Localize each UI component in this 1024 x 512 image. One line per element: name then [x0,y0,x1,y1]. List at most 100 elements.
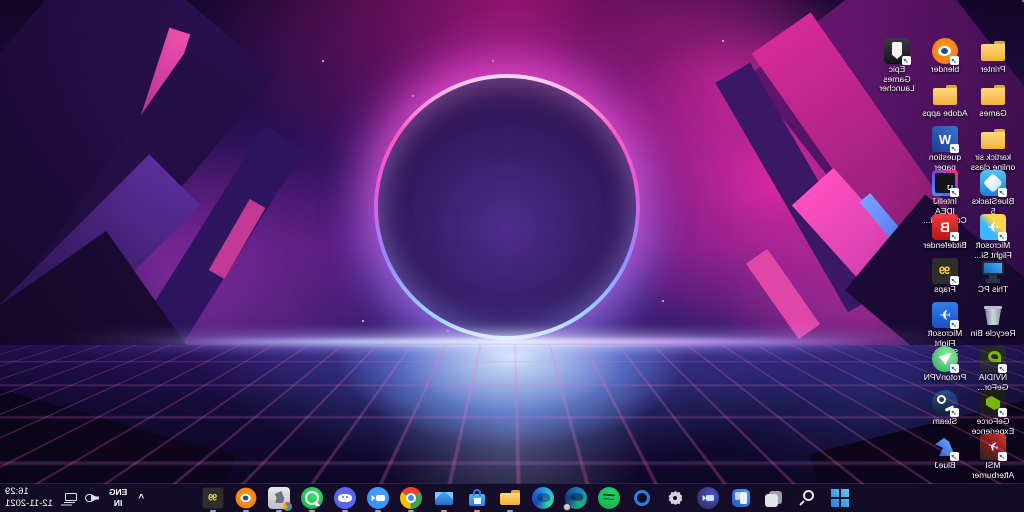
desktop-icon-bitdefender[interactable]: Bitdefender [922,214,968,257]
task-view-icon [764,487,786,509]
folder-icon [932,82,958,108]
desktop-icon-steam[interactable]: Steam [922,390,968,433]
language-line1: ENG [109,487,127,498]
spotify-icon [599,487,621,509]
recycle-bin-icon [980,302,1006,328]
blender-button[interactable] [235,486,259,510]
shortcut-arrow-icon [998,452,1007,461]
desktop-icon-label: ProtonVPN [924,373,967,383]
desktop-icon-nvidia[interactable]: NVIDIA GeFor... [970,346,1016,389]
desktop-icon-adobe-apps[interactable]: Adobe apps [922,82,968,125]
desktop-icon-kartick-sir-online-class[interactable]: kartick sir online class [970,126,1016,169]
widgets-button[interactable] [730,486,754,510]
chat-button[interactable] [697,486,721,510]
desktop-icon-geforce-experience[interactable]: GeForce Experience [970,390,1016,433]
desktop-icon-column-1: Printer Games kartick sir online class B… [970,38,1016,477]
desktop-icon-label: Fraps [934,285,956,295]
gray-app-button[interactable] [268,486,292,510]
desktop-icon-label: Steam [933,417,958,427]
shortcut-arrow-icon [950,276,959,285]
fraps-icon [932,258,958,284]
desktop-icon-label: BlueJ [934,461,955,471]
discord-icon [335,487,357,509]
desktop-icon-label: Games [979,109,1006,119]
desktop-icon-this-pc[interactable]: This PC [970,258,1016,301]
desktop-icon-games[interactable]: Games [970,82,1016,125]
search-button[interactable] [796,486,820,510]
geforce-icon [980,390,1006,416]
shortcut-arrow-icon [950,408,959,417]
start-button[interactable] [829,486,853,510]
edge-dev-button[interactable] [565,486,589,510]
folder-icon [980,38,1006,64]
clock-date: 12-11-2021 [5,498,53,510]
edge-dev-icon [566,487,588,509]
blender-icon [236,488,257,509]
desktop-icon-printer[interactable]: Printer [970,38,1016,81]
file-explorer-button[interactable] [499,486,523,510]
discord-button[interactable] [334,486,358,510]
flight-simulator-icon [932,302,958,328]
microsoft-store-icon [467,487,489,509]
shortcut-arrow-icon [950,56,959,65]
file-explorer-icon [500,487,522,509]
mail-icon [434,487,456,509]
chrome-icon [401,487,423,509]
desktop-icon-msi-afterburner[interactable]: MSI Afterburner [970,434,1016,477]
speaker-icon [84,490,100,506]
desktop-screen: Printer Games kartick sir online class B… [0,0,1024,512]
spotify-button[interactable] [598,486,622,510]
whatsapp-icon [302,487,324,509]
task-view-button[interactable] [763,486,787,510]
desktop-icon-blender[interactable]: blender [922,38,968,81]
desktop-icon-recycle-bin[interactable]: Recycle Bin [970,302,1016,345]
desktop-icon-protonvpn[interactable]: ProtonVPN [922,346,968,389]
vignette [0,0,1024,512]
taskbar: ^ ENGIN 16:2912-11-2021 [0,483,1024,512]
steam-icon [932,390,958,416]
desktop-icon-bluej[interactable]: BlueJ [922,434,968,477]
settings-button[interactable] [664,486,688,510]
desktop-icon-epic-games[interactable]: Epic Games Launcher [874,38,920,81]
bluestacks-icon [980,170,1006,196]
tray-overflow-chevron[interactable]: ^ [136,493,146,504]
protonvpn-icon [932,346,958,372]
ring-app-icon [632,487,654,509]
search-icon [797,487,819,509]
zoom-button[interactable] [367,486,391,510]
shortcut-arrow-icon [998,364,1007,373]
desktop-icon-label: MSI Afterburner [970,461,1016,480]
language-indicator[interactable]: ENGIN [109,487,127,508]
desktop-icon-ms-flight-simu[interactable]: Microsoft Flight Simu... [922,302,968,345]
shortcut-arrow-icon [998,188,1007,197]
microsoft-store-button[interactable] [466,486,490,510]
flight-simulator-icon [980,214,1006,240]
shortcut-arrow-icon [950,188,959,197]
clock[interactable]: 16:2912-11-2021 [3,486,53,510]
fraps-button[interactable] [202,486,226,510]
desktop-icon-ms-flight-si[interactable]: Microsoft Flight Si... [970,214,1016,257]
ring-app-button[interactable] [631,486,655,510]
shortcut-arrow-icon [998,408,1007,417]
shortcut-arrow-icon [998,232,1007,241]
desktop-icon-label: Adobe apps [922,109,967,119]
desktop-icon-intellij[interactable]: IntelliJ IDEA Communi... [922,170,968,213]
whatsapp-button[interactable] [301,486,325,510]
tray-status-icons[interactable] [62,490,100,506]
taskbar-center [202,486,853,510]
zoom-icon [368,487,390,509]
widgets-icon [733,489,751,507]
edge-button[interactable] [532,486,556,510]
edge-icon [533,487,555,509]
mail-button[interactable] [433,486,457,510]
desktop-icon-fraps[interactable]: Fraps [922,258,968,301]
desktop-icon-label: Printer [980,65,1005,75]
desktop-icon-question-paper[interactable]: question paper debe... [922,126,968,169]
msi-afterburner-icon [980,434,1006,460]
desktop-icon-bluestacks[interactable]: BlueStacks 5 [970,170,1016,213]
shortcut-arrow-icon [950,320,959,329]
desktop-icon-label: Recycle Bin [971,329,1016,339]
folder-icon [980,82,1006,108]
bitdefender-icon [932,214,958,240]
chrome-button[interactable] [400,486,424,510]
